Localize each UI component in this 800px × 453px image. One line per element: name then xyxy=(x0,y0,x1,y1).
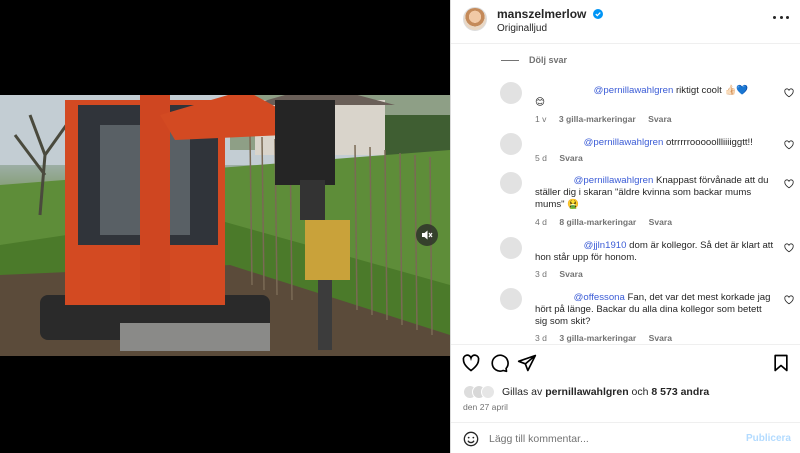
hide-replies-button[interactable]: Dölj svar xyxy=(529,55,567,65)
comment-text: @offessona Fan, det var det mest korkade… xyxy=(535,290,775,328)
post-actions: Gillas av pernillawahlgren och 8 573 and… xyxy=(451,344,800,453)
comment-text: @jjln1910 dom är kollegor. Så det är kla… xyxy=(535,238,775,264)
comment-content: Fan, det var det mest korkade jag hört p… xyxy=(535,292,771,327)
comment-text: @pernillawahlgren Knappast förvånade att… xyxy=(535,173,775,211)
dot-icon xyxy=(773,15,776,19)
dot-icon xyxy=(779,15,783,19)
video-scene-illustration xyxy=(0,95,450,356)
mute-button[interactable] xyxy=(416,224,438,246)
mention-link[interactable]: @jjln1910 xyxy=(584,240,627,251)
comment-meta: 5 d Svara xyxy=(535,153,593,163)
reply-button[interactable]: Svara xyxy=(559,269,582,279)
comment-content-line2: 😊 xyxy=(535,97,546,108)
commenter-username-redacted[interactable] xyxy=(535,238,581,248)
likes-user[interactable]: pernillawahlgren xyxy=(545,386,628,398)
emoji-icon[interactable] xyxy=(463,431,479,447)
post-date: den 27 april xyxy=(463,402,508,412)
share-paper-plane-icon[interactable] xyxy=(517,353,537,373)
mention-link[interactable]: @pernillawahlgren xyxy=(574,175,654,186)
mention-link[interactable]: @pernillawahlgren xyxy=(584,137,664,148)
commenter-username-redacted[interactable] xyxy=(535,290,571,300)
post-header: manszelmerlow Originalljud xyxy=(451,0,800,44)
publish-button[interactable]: Publicera xyxy=(746,433,791,444)
comment-content: otrrrrrooooollliiiiggtt!! xyxy=(663,137,753,148)
author-avatar[interactable] xyxy=(463,7,487,31)
comment-meta: 1 v 3 gilla-markeringar Svara xyxy=(535,114,682,124)
comment-likes-count[interactable]: 3 gilla-markeringar xyxy=(559,333,636,343)
reply-button[interactable]: Svara xyxy=(649,333,672,343)
speaker-muted-icon xyxy=(422,230,433,240)
comment-likes-count[interactable]: 8 gilla-markeringar xyxy=(559,217,636,227)
comment-meta: 4 d 8 gilla-markeringar Svara xyxy=(535,217,682,227)
save-bookmark-icon[interactable] xyxy=(771,353,791,373)
likes-mid: och xyxy=(628,386,652,398)
replies-divider xyxy=(501,60,519,61)
media-area xyxy=(0,0,450,453)
like-comment-heart-icon[interactable] xyxy=(784,243,794,253)
likes-prefix: Gillas av xyxy=(502,386,546,398)
commenter-avatar[interactable] xyxy=(500,82,522,104)
comment-likes-count[interactable]: 3 gilla-markeringar xyxy=(559,114,636,124)
comment-text: @pernillawahlgren riktigt coolt 👍🏻💙 😊 xyxy=(535,83,775,109)
add-comment-bar: Publicera xyxy=(451,422,800,453)
commenter-avatar[interactable] xyxy=(500,133,522,155)
like-heart-icon[interactable] xyxy=(461,353,481,373)
commenter-username-redacted[interactable] xyxy=(535,173,571,183)
author-username[interactable]: manszelmerlow xyxy=(497,7,586,21)
commenter-username-redacted[interactable] xyxy=(535,135,581,145)
likes-summary[interactable]: Gillas av pernillawahlgren och 8 573 and… xyxy=(463,385,709,399)
comment-age: 3 d xyxy=(535,269,547,279)
commenter-avatar[interactable] xyxy=(500,288,522,310)
commenter-avatar[interactable] xyxy=(500,237,522,259)
comment-bubble-icon[interactable] xyxy=(489,353,509,373)
mention-link[interactable]: @pernillawahlgren xyxy=(594,85,674,96)
reply-button[interactable]: Svara xyxy=(649,217,672,227)
like-comment-heart-icon[interactable] xyxy=(784,179,794,189)
likes-text: Gillas av pernillawahlgren och 8 573 and… xyxy=(502,386,709,398)
reply-button[interactable]: Svara xyxy=(559,153,582,163)
comment-content: riktigt coolt 👍🏻💙 xyxy=(673,85,749,96)
likes-count[interactable]: 8 573 andra xyxy=(651,386,709,398)
comment-input[interactable] xyxy=(489,429,729,449)
reply-button[interactable]: Svara xyxy=(648,114,671,124)
like-comment-heart-icon[interactable] xyxy=(784,295,794,305)
comment-text: @pernillawahlgren otrrrrrooooollliiiiggt… xyxy=(535,135,775,149)
author-username-row[interactable]: manszelmerlow xyxy=(497,7,603,21)
post-details-panel: manszelmerlow Originalljud Dölj svar @pe… xyxy=(450,0,800,453)
verified-badge-icon xyxy=(592,9,603,19)
commenter-avatar[interactable] xyxy=(500,172,522,194)
comment-meta: 3 d Svara xyxy=(535,269,593,279)
commenter-username-redacted[interactable] xyxy=(535,83,591,93)
dot-icon xyxy=(786,15,789,19)
liker-avatar xyxy=(481,385,495,399)
audio-label[interactable]: Originalljud xyxy=(497,23,547,34)
video-player[interactable] xyxy=(0,95,450,356)
like-comment-heart-icon[interactable] xyxy=(784,140,794,150)
post-modal: manszelmerlow Originalljud Dölj svar @pe… xyxy=(0,0,800,453)
comment-meta: 3 d 3 gilla-markeringar Svara xyxy=(535,333,682,343)
mention-link[interactable]: @offessona xyxy=(574,292,625,303)
comment-age: 1 v xyxy=(535,114,547,124)
comment-age: 4 d xyxy=(535,217,547,227)
like-comment-heart-icon[interactable] xyxy=(784,88,794,98)
comment-age: 3 d xyxy=(535,333,547,343)
comment-age: 5 d xyxy=(535,153,547,163)
more-options-button[interactable] xyxy=(773,12,789,22)
